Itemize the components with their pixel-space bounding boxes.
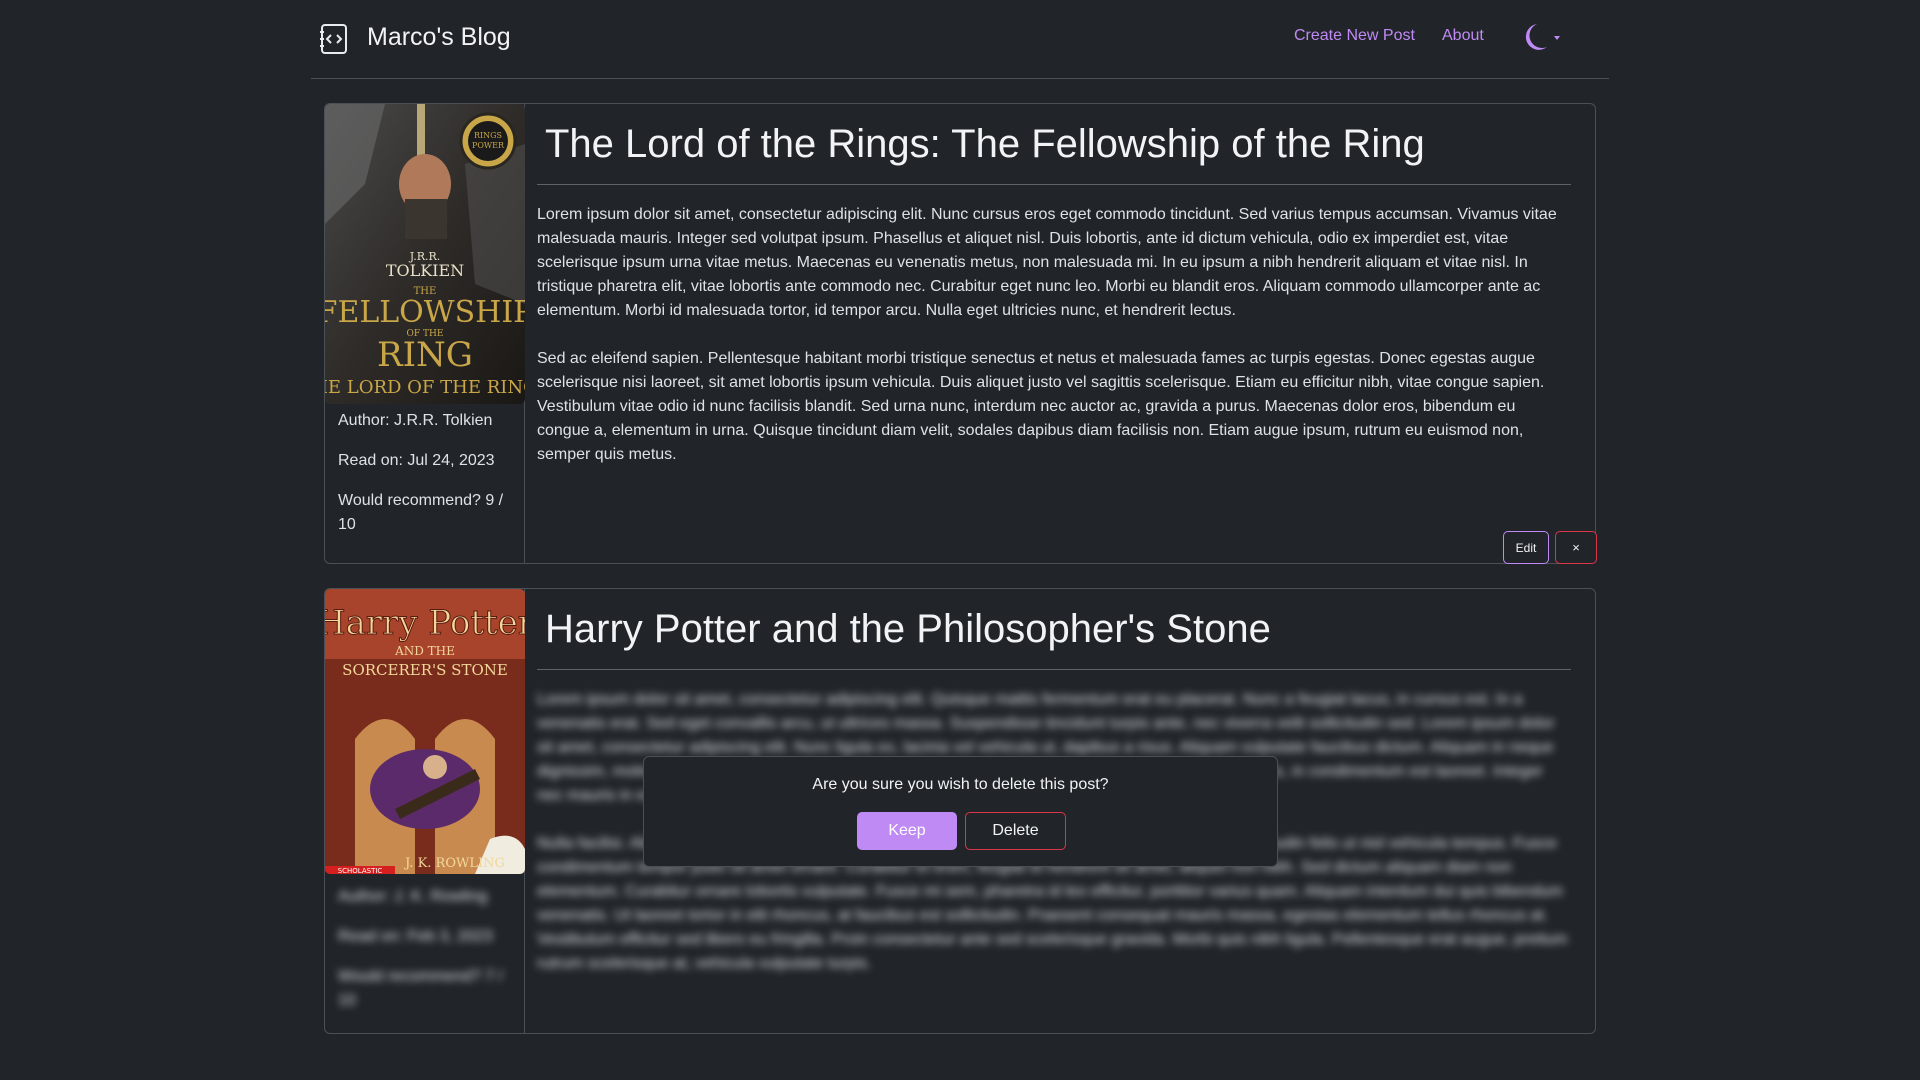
post-title: The Lord of the Rings: The Fellowship of… [545, 122, 1425, 166]
svg-text:SORCERER'S STONE: SORCERER'S STONE [342, 661, 508, 679]
nav-about[interactable]: About [1442, 27, 1484, 45]
code-file-icon[interactable] [320, 23, 348, 55]
delete-button[interactable]: Delete [965, 812, 1066, 850]
post-sidebar: RINGS POWER J.R.R. TOLKIEN THE FELLOWSHI… [325, 104, 525, 563]
post-body: Lorem ipsum dolor sit amet, consectetur … [537, 203, 1571, 491]
post-content: The Lord of the Rings: The Fellowship of… [537, 104, 1571, 563]
post-rating: Would recommend? 7 / 10 [338, 968, 504, 1009]
svg-text:AND THE: AND THE [394, 644, 455, 658]
svg-text:THE LORD OF THE RINGS: THE LORD OF THE RINGS [325, 377, 525, 398]
svg-text:J. K. ROWLING: J. K. ROWLING [403, 856, 505, 871]
book-cover: Harry Potter AND THE SORCERER'S STONE J.… [325, 589, 525, 874]
post-author: Author: J. K. Rowling [338, 888, 488, 905]
svg-text:SCHOLASTIC: SCHOLASTIC [338, 867, 383, 874]
navbar: Marco's Blog Create New Post About [311, 0, 1609, 79]
post-rating: Would recommend? 9 / 10 [338, 492, 504, 533]
svg-text:RING: RING [377, 335, 473, 375]
keep-button[interactable]: Keep [857, 812, 957, 850]
dialog-message: Are you sure you wish to delete this pos… [812, 776, 1109, 793]
post-paragraph: Sed ac eleifend sapien. Pellentesque hab… [537, 350, 1545, 463]
svg-text:RINGS: RINGS [474, 131, 502, 140]
svg-text:TOLKIEN: TOLKIEN [386, 261, 464, 280]
delete-confirm-dialog: Are you sure you wish to delete this pos… [643, 756, 1278, 867]
svg-text:Harry Potter: Harry Potter [325, 603, 525, 643]
post-sidebar: Harry Potter AND THE SORCERER'S STONE J.… [325, 589, 525, 1033]
theme-toggle[interactable] [1515, 20, 1565, 56]
chevron-down-icon [1554, 36, 1560, 40]
brand-title[interactable]: Marco's Blog [367, 23, 511, 52]
post-author: Author: J.R.R. Tolkien [338, 412, 493, 429]
post-read-date: Read on: Feb 3, 2023 [338, 928, 493, 945]
edit-button[interactable]: Edit [1503, 531, 1549, 564]
book-cover: RINGS POWER J.R.R. TOLKIEN THE FELLOWSHI… [325, 104, 525, 404]
title-divider [537, 669, 1571, 670]
svg-text:FELLOWSHIP: FELLOWSHIP [325, 295, 525, 330]
delete-x-button[interactable]: × [1555, 531, 1597, 564]
nav-create-new-post[interactable]: Create New Post [1294, 27, 1415, 45]
svg-text:POWER: POWER [472, 141, 505, 150]
title-divider [537, 184, 1571, 185]
post-read-date: Read on: Jul 24, 2023 [338, 452, 495, 469]
post-title: Harry Potter and the Philosopher's Stone [545, 607, 1271, 651]
post-card: RINGS POWER J.R.R. TOLKIEN THE FELLOWSHI… [324, 103, 1597, 564]
post-paragraph: Lorem ipsum dolor sit amet, consectetur … [537, 206, 1557, 319]
moon-icon [1525, 24, 1560, 50]
